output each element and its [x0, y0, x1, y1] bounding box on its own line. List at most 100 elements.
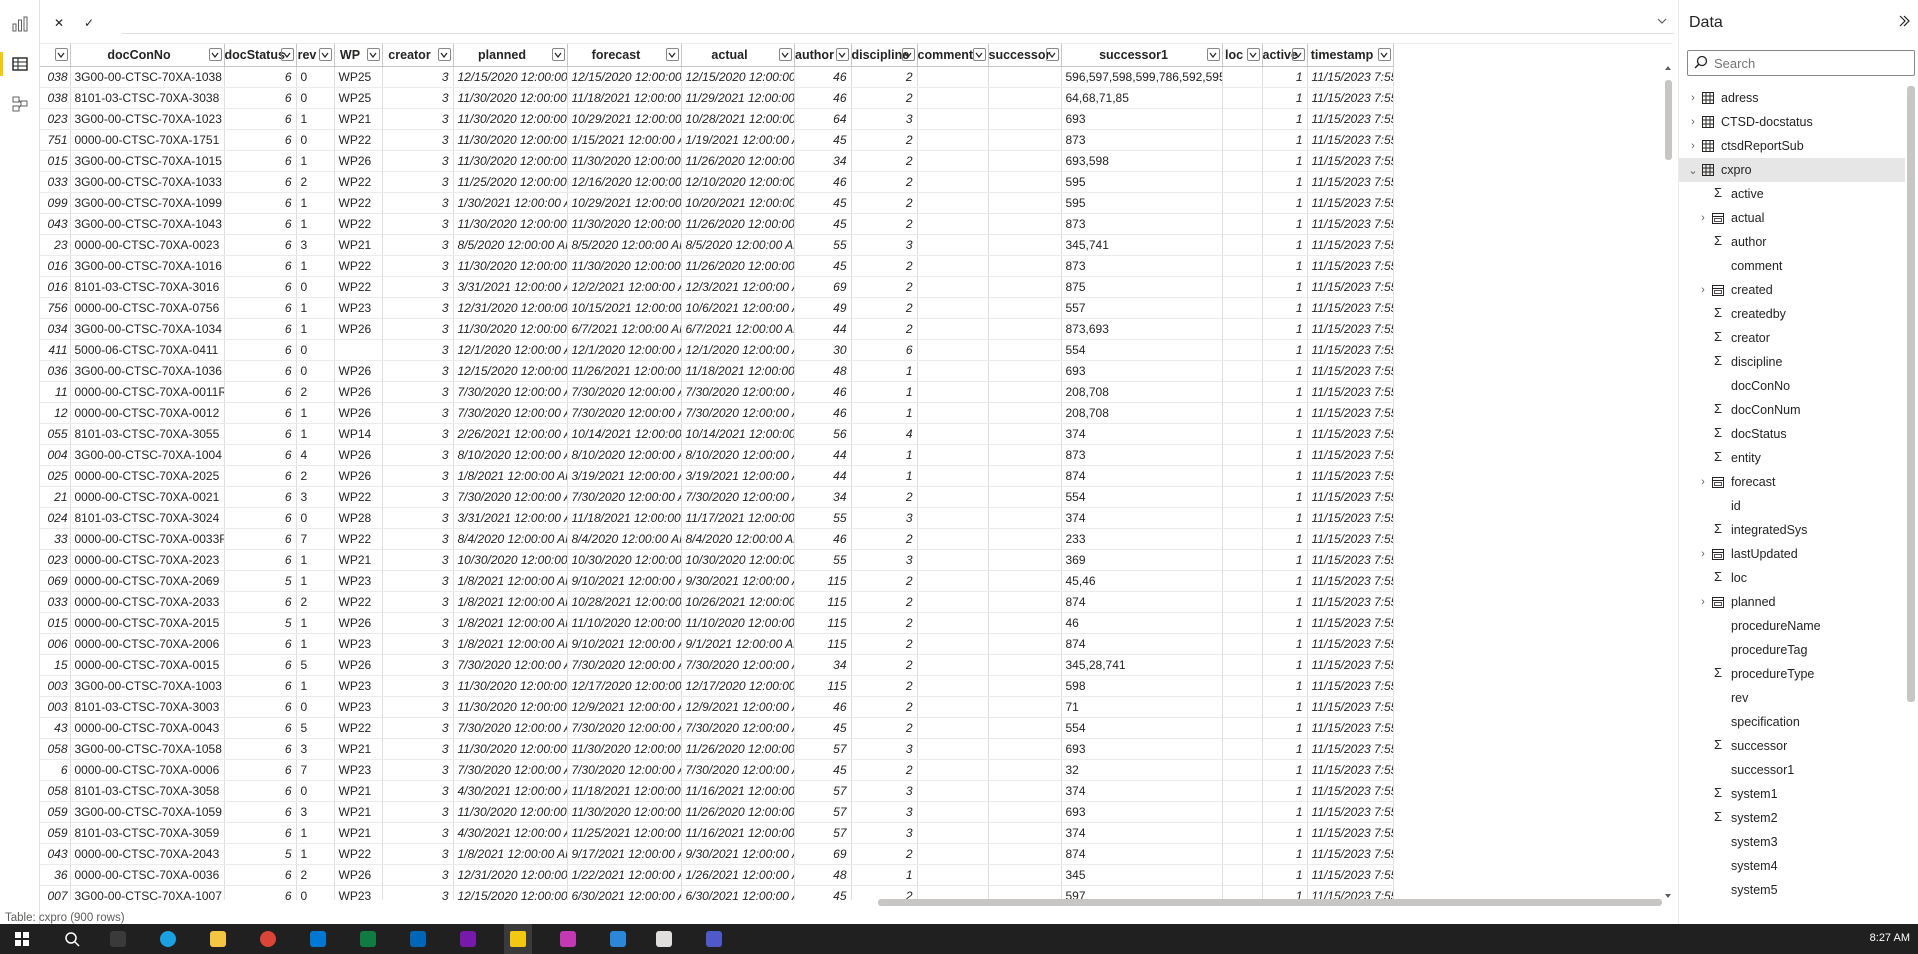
filter-dropdown-icon[interactable]: [778, 48, 792, 61]
table-row[interactable]: 059 3G00-00-CTSC-70XA-1059 6 3 WP21 3 11/30/20…: [40, 801, 1394, 823]
column-header-docstatus[interactable]: docStatus: [224, 44, 297, 67]
table-row[interactable]: 055 8101-03-CTSC-70XA-3055 6 1 WP14 3 2/26/202…: [40, 423, 1394, 445]
vertical-scrollbar[interactable]: [1662, 44, 1674, 900]
field-procedurename[interactable]: procedureName: [1679, 614, 1905, 638]
horizontal-scroll-thumb[interactable]: [878, 899, 1662, 906]
filter-dropdown-icon[interactable]: [1206, 48, 1220, 61]
column-header-docconno[interactable]: docConNo: [70, 44, 225, 67]
filter-dropdown-icon[interactable]: [1377, 48, 1391, 61]
column-header-actual[interactable]: actual: [681, 44, 795, 67]
outlook-icon[interactable]: [310, 931, 326, 947]
chevron-right-icon[interactable]: ›: [1697, 476, 1709, 488]
table-row[interactable]: 004 3G00-00-CTSC-70XA-1004 6 4 WP26 3 8/10/202…: [40, 444, 1394, 466]
field-lastupdated[interactable]: › lastUpdated: [1679, 542, 1905, 566]
table-row[interactable]: 043 0000-00-CTSC-70XA-2043 5 1 WP22 3 1/8/2021…: [40, 843, 1394, 865]
table-row[interactable]: 033 3G00-00-CTSC-70XA-1033 6 2 WP22 3 11/25/20…: [40, 171, 1394, 193]
chevron-right-icon[interactable]: ›: [1687, 116, 1699, 128]
filter-dropdown-icon[interactable]: [1246, 48, 1260, 61]
table-view-icon[interactable]: [0, 52, 40, 76]
table-row[interactable]: 43 0000-00-CTSC-70XA-0043 6 5 WP22 3 7/30/2020…: [40, 717, 1394, 739]
table-row[interactable]: 016 8101-03-CTSC-70XA-3016 6 0 WP22 3 3/31/202…: [40, 276, 1394, 298]
chevron-right-icon[interactable]: ›: [1687, 140, 1699, 152]
table-row[interactable]: 003 3G00-00-CTSC-70XA-1003 6 1 WP23 3 11/30/20…: [40, 675, 1394, 697]
table-row[interactable]: 36 0000-00-CTSC-70XA-0036 6 2 WP26 3 12/31/202…: [40, 864, 1394, 886]
pane-scroll-thumb[interactable]: [1907, 86, 1915, 702]
table-row[interactable]: 024 8101-03-CTSC-70XA-3024 6 0 WP28 3 3/31/202…: [40, 507, 1394, 529]
table-row[interactable]: 043 3G00-00-CTSC-70XA-1043 6 1 WP22 3 11/30/20…: [40, 213, 1394, 235]
horizontal-scrollbar[interactable]: [40, 896, 1662, 908]
cancel-icon[interactable]: ✕: [48, 12, 70, 34]
filter-dropdown-icon[interactable]: [665, 48, 679, 61]
field-comment[interactable]: comment: [1679, 254, 1905, 278]
field-specification[interactable]: specification: [1679, 710, 1905, 734]
chevron-right-icon[interactable]: ›: [1697, 212, 1709, 224]
table-row[interactable]: 756 0000-00-CTSC-70XA-0756 6 1 WP23 3 12/31/20…: [40, 297, 1394, 319]
teams-icon[interactable]: [706, 931, 722, 947]
column-header-discipline[interactable]: discipline: [851, 44, 918, 67]
table-row[interactable]: 12 0000-00-CTSC-70XA-0012 6 1 WP26 3 7/30/2020…: [40, 402, 1394, 424]
field-proceduretag[interactable]: procedureTag: [1679, 638, 1905, 662]
field-docstatus[interactable]: ΣdocStatus: [1679, 422, 1905, 446]
table-node-adress[interactable]: › adress: [1679, 86, 1905, 110]
filter-dropdown-icon[interactable]: [280, 48, 294, 61]
filter-dropdown-icon[interactable]: [835, 48, 849, 61]
chevron-right-icon[interactable]: ›: [1697, 596, 1709, 608]
table-row[interactable]: 6 0000-00-CTSC-70XA-0006 6 7 WP23 3 7/30/2020 …: [40, 759, 1394, 781]
table-row[interactable]: 059 8101-03-CTSC-70XA-3059 6 1 WP21 3 4/30/202…: [40, 822, 1394, 844]
table-row[interactable]: 058 3G00-00-CTSC-70XA-1058 6 3 WP21 3 11/30/20…: [40, 738, 1394, 760]
powerbi-taskbar-active[interactable]: [504, 924, 532, 954]
filter-dropdown-icon[interactable]: [437, 48, 451, 61]
field-creator[interactable]: Σcreator: [1679, 326, 1905, 350]
column-header-active[interactable]: active: [1262, 44, 1308, 67]
column-header-creator[interactable]: creator: [382, 44, 454, 67]
table-node-cxpro[interactable]: ⌄ cxpro: [1679, 158, 1905, 182]
field-system1[interactable]: Σsystem1: [1679, 782, 1905, 806]
table-row[interactable]: 036 3G00-00-CTSC-70XA-1036 6 0 WP26 3 12/15/20…: [40, 360, 1394, 382]
task-view-icon[interactable]: [110, 931, 126, 947]
table-row[interactable]: 411 5000-06-CTSC-70XA-0411 6 0 3 12/1/2020 12…: [40, 339, 1394, 361]
excel-icon[interactable]: [360, 931, 376, 947]
windows-start-icon[interactable]: [14, 931, 30, 947]
field-createdby[interactable]: Σcreatedby: [1679, 302, 1905, 326]
field-actual[interactable]: › actual: [1679, 206, 1905, 230]
column-header-planned[interactable]: planned: [453, 44, 568, 67]
field-forecast[interactable]: › forecast: [1679, 470, 1905, 494]
chevron-right-icon[interactable]: ›: [1687, 92, 1699, 104]
collapse-pane-icon[interactable]: [1898, 14, 1910, 31]
filter-dropdown-icon[interactable]: [972, 48, 986, 61]
filter-dropdown-icon[interactable]: [318, 48, 332, 61]
commit-icon[interactable]: ✓: [78, 12, 100, 34]
field-rev[interactable]: rev: [1679, 686, 1905, 710]
app-icon-pink[interactable]: [560, 931, 576, 947]
vscode-icon[interactable]: [410, 931, 426, 947]
field-planned[interactable]: › planned: [1679, 590, 1905, 614]
filter-dropdown-icon[interactable]: [54, 48, 68, 61]
table-row[interactable]: 015 3G00-00-CTSC-70XA-1015 6 1 WP26 3 11/30/20…: [40, 150, 1394, 172]
onenote-icon[interactable]: [460, 931, 476, 947]
chevron-down-icon[interactable]: ⌄: [1687, 164, 1699, 177]
table-row[interactable]: 003 8101-03-CTSC-70XA-3003 6 0 WP23 3 11/30/20…: [40, 696, 1394, 718]
chevron-right-icon[interactable]: ›: [1697, 284, 1709, 296]
scroll-down-icon[interactable]: [1664, 892, 1672, 900]
scroll-up-icon[interactable]: [1664, 64, 1672, 72]
table-row[interactable]: 038 3G00-00-CTSC-70XA-1038 6 0 WP25 3 12/15/20…: [40, 66, 1394, 88]
field-discipline[interactable]: Σdiscipline: [1679, 350, 1905, 374]
table-row[interactable]: 11 0000-00-CTSC-70XA-0011R 6 2 WP26 3 7/30/202…: [40, 381, 1394, 403]
chevron-right-icon[interactable]: ›: [1697, 548, 1709, 560]
filter-dropdown-icon[interactable]: [1291, 48, 1305, 61]
table-row[interactable]: 034 3G00-00-CTSC-70XA-1034 6 1 WP26 3 11/30/20…: [40, 318, 1394, 340]
column-header-forecast[interactable]: forecast: [567, 44, 682, 67]
field-loc[interactable]: Σloc: [1679, 566, 1905, 590]
field-system5[interactable]: system5: [1679, 878, 1905, 902]
table-row[interactable]: 023 3G00-00-CTSC-70XA-1023 6 1 WP21 3 11/30/20…: [40, 108, 1394, 130]
table-row[interactable]: 751 0000-00-CTSC-70XA-1751 6 0 WP22 3 11/30/20…: [40, 129, 1394, 151]
chevron-down-icon[interactable]: [1656, 15, 1668, 30]
edge-browser-icon[interactable]: [160, 931, 176, 947]
app-icon-blue[interactable]: [610, 931, 626, 947]
column-header-loc[interactable]: loc: [1222, 44, 1263, 67]
table-row[interactable]: 006 0000-00-CTSC-70XA-2006 6 1 WP23 3 1/8/2021…: [40, 633, 1394, 655]
column-header-timestamp[interactable]: timestamp: [1307, 44, 1394, 67]
column-header-wp[interactable]: WP: [334, 44, 383, 67]
vertical-scroll-thumb[interactable]: [1665, 80, 1672, 160]
field-system3[interactable]: system3: [1679, 830, 1905, 854]
